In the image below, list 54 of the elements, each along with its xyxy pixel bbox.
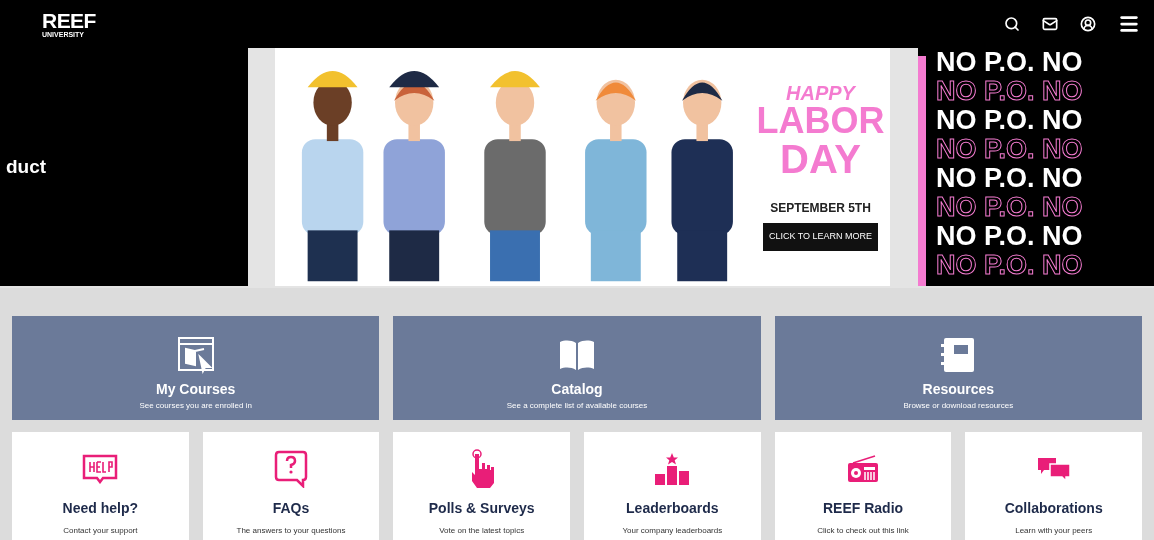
- quick-link-card[interactable]: Collaborations Learn with your peers: [965, 432, 1143, 540]
- user-circle-icon: [1080, 16, 1096, 32]
- feature-tile[interactable]: My Courses See courses you are enrolled in: [12, 316, 380, 420]
- quick-link-card[interactable]: Leaderboards Your company leaderboards: [584, 432, 761, 540]
- slogan-row: NO P.O. NO: [936, 48, 1083, 77]
- slogan-row: NO P.O. NO: [936, 251, 1083, 280]
- card-title: REEF Radio: [822, 499, 904, 518]
- banner-date: SEPTEMBER 5TH: [770, 200, 871, 218]
- slogan-row: NO P.O. NO: [936, 222, 1083, 251]
- labor-day-banner[interactable]: HAPPY LABOR DAY SEPTEMBER 5TH CLICK TO LEARN MORE: [275, 48, 890, 286]
- card-title: Need help?: [62, 499, 139, 518]
- feature-tile[interactable]: Catalog See a complete list of available courses: [393, 316, 761, 420]
- quick-link-card[interactable]: REEF Radio Click to check out this link: [774, 432, 952, 540]
- tile-subtitle: See a complete list of available courses: [506, 400, 648, 412]
- slogan-row: NO P.O. NO: [936, 193, 1083, 222]
- feature-tile[interactable]: Resources Browse or download resources: [774, 316, 1142, 420]
- learn-more-button[interactable]: CLICK TO LEARN MORE: [762, 223, 879, 251]
- card-title: Leaderboards: [626, 499, 719, 518]
- question-bubble-icon: [274, 450, 308, 488]
- banner-happy: HAPPY: [786, 83, 855, 104]
- quick-link-card[interactable]: FAQs The answers to your questions: [202, 432, 380, 540]
- next-slide[interactable]: NO P.O. NO NO P.O. NO NO P.O. NO NO P.O. NO NO P.O. NO NO P.O. NO NO P.O. NO NO P.O. NO: [918, 48, 1154, 286]
- menu-icon: [1118, 13, 1140, 35]
- envelope-icon: [1042, 16, 1058, 32]
- chat-bubbles-icon: [1035, 456, 1072, 482]
- quick-link-card[interactable]: Polls & Surveys Vote on the latest topics: [393, 432, 570, 540]
- card-title: Collaborations: [1004, 499, 1103, 518]
- slogan-row: NO P.O. NO: [936, 164, 1083, 193]
- previous-slide[interactable]: duct: [0, 48, 248, 286]
- podium-icon: [654, 453, 691, 485]
- card-subtitle: Click to check out this link: [817, 525, 909, 537]
- tile-subtitle: Browse or download resources: [903, 400, 1014, 412]
- card-title: Polls & Surveys: [428, 499, 535, 518]
- tile-title: Resources: [922, 380, 995, 399]
- card-subtitle: The answers to your questions: [236, 525, 346, 537]
- search-icon: [1004, 16, 1020, 32]
- quick-link-card[interactable]: Need help? Contact your support: [12, 432, 189, 540]
- slogan-row: NO P.O. NO: [936, 135, 1083, 164]
- slogan-row: NO P.O. NO: [936, 77, 1083, 106]
- card-subtitle: Learn with your peers: [1015, 525, 1093, 537]
- card-subtitle: Vote on the latest topics: [439, 525, 525, 537]
- slogan-row: NO P.O. NO: [936, 106, 1083, 135]
- tile-title: My Courses: [156, 380, 236, 399]
- card-subtitle: Your company leaderboards: [622, 525, 723, 537]
- book-window-icon: [175, 335, 216, 375]
- banner-day: DAY: [780, 139, 861, 180]
- slide-text: duct: [6, 154, 47, 179]
- help-bubble-icon: [82, 454, 119, 484]
- tile-subtitle: See courses you are enrolled in: [139, 400, 252, 412]
- banner-labor: LABOR: [756, 103, 885, 140]
- radio-icon: [847, 455, 879, 483]
- card-title: FAQs: [272, 499, 310, 518]
- card-subtitle: Contact your support: [63, 525, 138, 537]
- tile-title: Catalog: [551, 380, 603, 399]
